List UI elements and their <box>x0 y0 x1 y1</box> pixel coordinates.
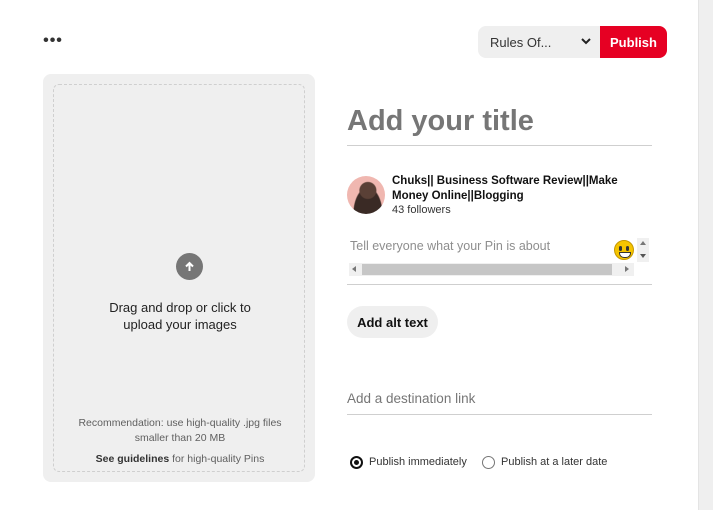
description-vertical-scrollbar[interactable] <box>637 238 649 262</box>
follower-count: 43 followers <box>392 204 451 216</box>
see-guidelines-link[interactable]: See guidelines <box>96 453 170 465</box>
board-select-dropdown[interactable]: Rules Of... <box>478 26 600 58</box>
scroll-up-arrow-icon[interactable] <box>640 241 646 245</box>
upload-instructions-line2: upload your images <box>123 317 237 332</box>
image-drop-zone[interactable]: Drag and drop or click to upload your im… <box>53 84 305 472</box>
description-horizontal-scrollbar[interactable] <box>349 263 634 276</box>
pin-description-field[interactable]: Tell everyone what your Pin is about <box>347 236 652 285</box>
smiley-emoji-icon[interactable] <box>614 240 634 260</box>
publish-button[interactable]: Publish <box>600 26 667 58</box>
upload-recommendation: Recommendation: use high-quality .jpg fi… <box>54 416 306 446</box>
page-scrollbar-track <box>698 0 713 510</box>
avatar <box>347 176 385 214</box>
add-alt-text-button[interactable]: Add alt text <box>347 306 438 338</box>
board-select-label: Rules Of... <box>490 34 552 50</box>
user-name-line1: Chuks|| Business Software Review||Make <box>392 175 618 187</box>
user-name: Chuks|| Business Software Review||Make M… <box>392 174 632 204</box>
publish-later-option[interactable]: Publish at a later date <box>482 453 607 471</box>
scroll-left-arrow-icon[interactable] <box>352 266 356 272</box>
guidelines-rest: for high-quality Pins <box>169 453 265 465</box>
publish-immediately-option[interactable]: Publish immediately <box>350 453 467 471</box>
pin-description-placeholder[interactable]: Tell everyone what your Pin is about <box>350 239 550 253</box>
publish-later-radio[interactable] <box>482 455 495 469</box>
scrollbar-thumb[interactable] <box>362 264 612 275</box>
destination-link-input[interactable]: Add a destination link <box>347 389 652 415</box>
publish-immediately-label: Publish immediately <box>369 456 467 468</box>
scroll-right-arrow-icon[interactable] <box>625 266 629 272</box>
recommendation-line1: Recommendation: use high-quality .jpg fi… <box>78 417 282 429</box>
chevron-down-icon <box>581 38 591 45</box>
arrow-up-icon <box>176 253 203 280</box>
upload-instructions-line1: Drag and drop or click to <box>109 300 251 315</box>
user-name-line2: Money Online||Blogging <box>392 190 524 202</box>
scroll-down-arrow-icon[interactable] <box>640 254 646 258</box>
more-horizontal-icon: ••• <box>43 32 63 49</box>
upload-instructions: Drag and drop or click to upload your im… <box>54 299 306 333</box>
image-upload-panel: Drag and drop or click to upload your im… <box>43 74 315 482</box>
pin-title-input[interactable]: Add your title <box>347 102 652 146</box>
publish-later-label: Publish at a later date <box>501 456 608 468</box>
guidelines-text: See guidelines for high-quality Pins <box>54 453 306 465</box>
more-options-button[interactable]: ••• <box>42 32 64 50</box>
recommendation-line2: smaller than 20 MB <box>134 432 226 444</box>
publish-immediately-radio[interactable] <box>350 455 363 469</box>
